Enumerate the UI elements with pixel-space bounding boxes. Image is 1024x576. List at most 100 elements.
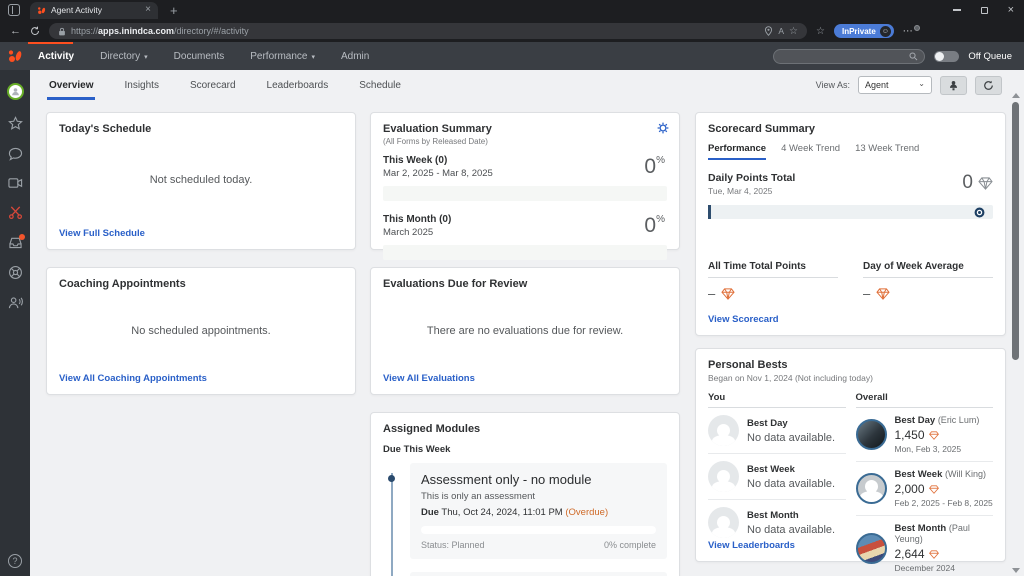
- tab-4-week-trend[interactable]: 4 Week Trend: [781, 143, 840, 160]
- inprivate-label: InPrivate: [842, 27, 876, 36]
- window-minimize-icon[interactable]: [953, 9, 961, 10]
- notification-badge: [19, 234, 25, 240]
- view-all-coaching-link[interactable]: View All Coaching Appointments: [59, 373, 207, 384]
- diamond-icon: [929, 431, 939, 440]
- profile-avatar: [880, 26, 891, 37]
- browser-tab[interactable]: Agent Activity: [30, 2, 158, 19]
- scroll-up-icon[interactable]: [1012, 93, 1020, 98]
- tab-close-icon[interactable]: [145, 5, 151, 15]
- list-item: Best Month (Paul Yeung) 2,644 December 2…: [856, 516, 994, 576]
- scrollbar-thumb[interactable]: [1012, 102, 1019, 360]
- module-progress-bar: [421, 526, 656, 534]
- module-complete: 0% complete: [604, 540, 656, 550]
- tab-13-week-trend[interactable]: 13 Week Trend: [855, 143, 919, 160]
- scissors-icon[interactable]: [8, 205, 23, 220]
- read-aloud-icon[interactable]: [778, 26, 784, 36]
- new-tab-button[interactable]: [170, 3, 178, 18]
- video-icon[interactable]: [8, 177, 23, 189]
- diamond-icon: [876, 288, 890, 300]
- empty-state-text: Not scheduled today.: [47, 174, 355, 186]
- diamond-icon: [929, 550, 939, 559]
- module-item[interactable]: The power of the dream Dream module with…: [410, 572, 667, 576]
- placeholder-avatar: [708, 415, 739, 446]
- user-presence-avatar[interactable]: [7, 83, 24, 100]
- favorite-star-icon[interactable]: [789, 26, 798, 37]
- inbox-icon[interactable]: [8, 236, 23, 249]
- genesys-logo[interactable]: [0, 48, 30, 64]
- module-status: Status: Planned: [421, 540, 485, 550]
- agents-view-button[interactable]: [940, 76, 967, 95]
- tab-overview[interactable]: Overview: [47, 70, 95, 100]
- overall-column: Overall Best Day (Eric Lum) 1,450 Mon, F…: [856, 392, 994, 576]
- main-content: Overview Insights Scorecard Leaderboards…: [30, 70, 1024, 576]
- view-as-select[interactable]: Agent: [858, 76, 932, 94]
- card-title: Personal Bests: [708, 359, 993, 371]
- empty-state-text: No scheduled appointments.: [47, 325, 355, 337]
- browser-urlbar: https://apps.inindca.com/directory/#/act…: [0, 20, 1024, 42]
- card-title: Evaluation Summary: [383, 123, 667, 135]
- window-close-icon[interactable]: [1008, 5, 1014, 16]
- view-leaderboards-link[interactable]: View Leaderboards: [708, 540, 795, 551]
- scroll-down-icon[interactable]: [1012, 568, 1020, 573]
- scorecard-summary-card: Scorecard Summary Performance 4 Week Tre…: [695, 112, 1006, 336]
- url-text: https://apps.inindca.com/directory/#/act…: [71, 26, 249, 36]
- help-icon[interactable]: [8, 554, 22, 568]
- location-icon[interactable]: [764, 26, 773, 36]
- browser-menu-icon[interactable]: [903, 26, 914, 37]
- view-full-schedule-link[interactable]: View Full Schedule: [59, 228, 145, 239]
- tab-performance[interactable]: Performance: [708, 143, 766, 160]
- nav-documents[interactable]: Documents: [174, 51, 225, 62]
- view-all-evaluations-link[interactable]: View All Evaluations: [383, 373, 475, 384]
- gear-icon[interactable]: [657, 122, 669, 134]
- genesys-favicon: [37, 6, 46, 15]
- back-icon[interactable]: [10, 25, 21, 37]
- nav-performance[interactable]: Performance: [250, 51, 315, 62]
- inprivate-badge[interactable]: InPrivate: [834, 24, 894, 38]
- webinar-icon[interactable]: [8, 265, 23, 280]
- scrollbar[interactable]: [1010, 91, 1022, 576]
- tab-schedule[interactable]: Schedule: [357, 70, 403, 100]
- placeholder-avatar: [708, 507, 739, 538]
- coaching-appointments-card: Coaching Appointments No scheduled appoi…: [46, 267, 356, 395]
- tab-leaderboards[interactable]: Leaderboards: [265, 70, 331, 100]
- reload-icon[interactable]: [30, 26, 40, 36]
- target-icon: [974, 207, 985, 218]
- browser-tabstrip: Agent Activity: [0, 0, 1024, 20]
- favorites-bar-icon[interactable]: [816, 26, 825, 37]
- evaluations-due-card: Evaluations Due for Review There are no …: [370, 267, 680, 395]
- all-time-points-stat: All Time Total Points –: [708, 261, 838, 301]
- window-maximize-icon[interactable]: [981, 7, 988, 14]
- tab-insights[interactable]: Insights: [122, 70, 160, 100]
- chevron-down-icon: [311, 51, 315, 62]
- refresh-button[interactable]: [975, 76, 1002, 95]
- daily-points-label: Daily Points Total: [708, 172, 993, 184]
- page-tabs: Overview Insights Scorecard Leaderboards…: [30, 70, 1024, 100]
- card-title: Evaluations Due for Review: [383, 278, 667, 290]
- tab-scorecard[interactable]: Scorecard: [188, 70, 238, 100]
- month-range: March 2025: [383, 227, 667, 238]
- favorites-icon[interactable]: [8, 116, 23, 131]
- list-item: Best WeekNo data available.: [708, 454, 846, 500]
- global-search-input[interactable]: [773, 49, 925, 64]
- browser-tab-title: Agent Activity: [51, 5, 140, 15]
- placeholder-avatar: [708, 461, 739, 492]
- diamond-icon: [978, 177, 993, 190]
- chat-icon[interactable]: [8, 147, 23, 161]
- module-desc: This is only an assessment: [421, 491, 656, 502]
- view-as-label: View As:: [816, 80, 850, 90]
- diamond-icon: [721, 288, 735, 300]
- module-item[interactable]: Assessment only - no module This is only…: [410, 463, 667, 559]
- nav-admin[interactable]: Admin: [341, 51, 369, 62]
- speaking-agent-icon[interactable]: [8, 296, 23, 310]
- nav-directory[interactable]: Directory: [100, 51, 148, 62]
- avatar: [856, 473, 887, 504]
- queue-toggle[interactable]: [934, 51, 959, 62]
- workspaces-icon[interactable]: [8, 4, 20, 16]
- list-item: Best Day (Eric Lum) 1,450 Mon, Feb 3, 20…: [856, 408, 994, 462]
- card-subtitle: Began on Nov 1, 2024 (Not including toda…: [708, 373, 993, 383]
- url-field[interactable]: https://apps.inindca.com/directory/#/act…: [49, 23, 807, 39]
- avatar: [856, 419, 887, 450]
- nav-activity[interactable]: Activity: [38, 51, 74, 62]
- view-scorecard-link[interactable]: View Scorecard: [708, 314, 779, 325]
- view-as-value: Agent: [865, 80, 889, 90]
